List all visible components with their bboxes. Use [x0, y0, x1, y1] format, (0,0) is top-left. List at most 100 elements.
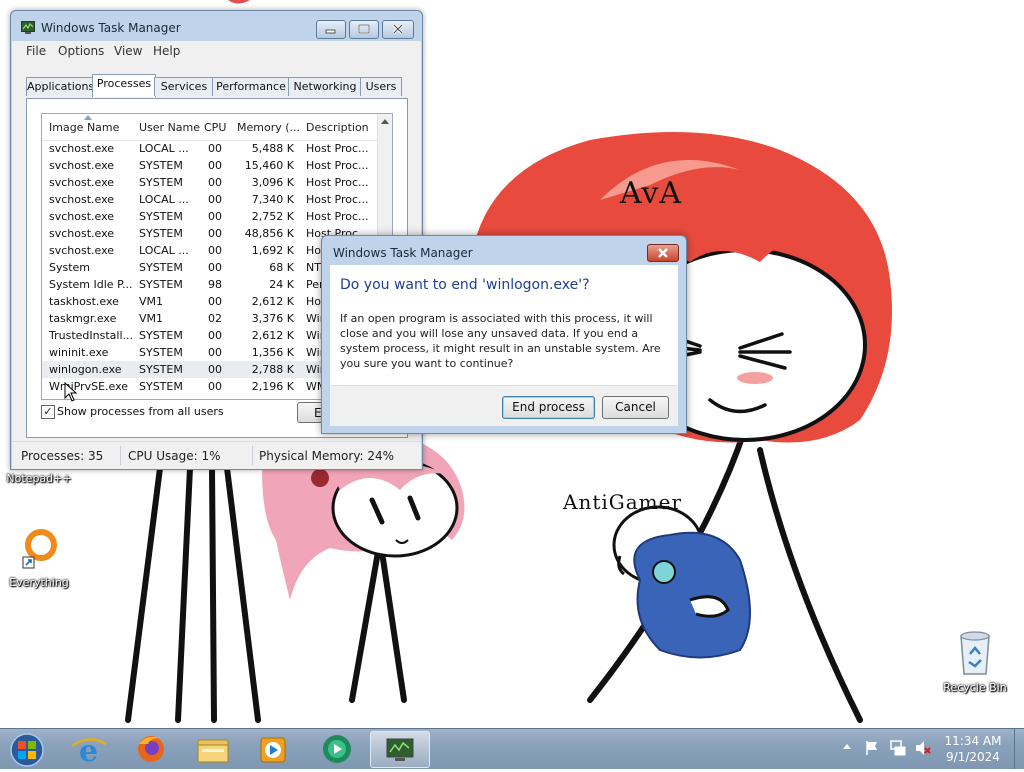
taskbar-media-center[interactable] [308, 732, 362, 766]
desktop-icon-label: Notepad++ [6, 472, 72, 485]
show-desktop-button[interactable] [1014, 729, 1024, 769]
process-user-name: SYSTEM [139, 227, 183, 240]
tab-performance[interactable]: Performance [212, 77, 290, 96]
process-row[interactable]: svchost.exe LOCAL ... 00 5,488 K Host Proc..… [42, 140, 378, 157]
process-memory: 15,460 K [244, 159, 294, 172]
process-memory: 3,376 K [251, 312, 294, 325]
minimize-button[interactable] [316, 20, 346, 39]
maximize-icon [358, 24, 370, 34]
process-user-name: SYSTEM [139, 363, 183, 376]
process-description: Host Proc... [306, 210, 369, 223]
process-image-name: svchost.exe [49, 244, 115, 257]
scroll-up-icon[interactable] [378, 115, 392, 129]
process-memory: 68 K [269, 261, 294, 274]
process-list-header: Image Name User Name CPU Memory (... Des… [42, 114, 392, 141]
column-memory[interactable]: Memory (... [237, 121, 300, 134]
maximize-button[interactable] [349, 20, 379, 39]
process-user-name: SYSTEM [139, 261, 183, 274]
media-player-icon [260, 737, 286, 763]
taskbar-explorer[interactable] [186, 732, 240, 766]
column-description[interactable]: Description [306, 121, 369, 134]
end-process-dialog: Windows Task Manager Do you want to end … [321, 235, 687, 434]
process-user-name: SYSTEM [139, 346, 183, 359]
process-user-name: SYSTEM [139, 329, 183, 342]
window-title: Windows Task Manager [41, 21, 181, 35]
process-description: Host Proc... [306, 142, 369, 155]
dialog-heading: Do you want to end 'winlogon.exe'? [340, 277, 590, 293]
menu-file[interactable]: File [26, 44, 46, 58]
taskbar-firefox[interactable] [124, 732, 178, 766]
network-icon[interactable] [889, 739, 907, 757]
process-row[interactable]: svchost.exe SYSTEM 00 2,752 K Host Proc... [42, 208, 378, 225]
process-image-name: winlogon.exe [49, 363, 122, 376]
show-all-checkbox[interactable]: ✓ [41, 405, 55, 419]
taskbar-ie[interactable]: e [62, 732, 116, 769]
taskbar-task-manager[interactable] [370, 731, 430, 768]
end-process-confirm-button[interactable]: End process [502, 396, 595, 419]
process-cpu: 98 [208, 278, 222, 291]
sort-ascending-icon [84, 115, 92, 120]
everything-icon [22, 529, 57, 569]
column-image-name[interactable]: Image Name [49, 121, 119, 134]
process-image-name: svchost.exe [49, 159, 115, 172]
start-button[interactable] [2, 732, 52, 767]
status-bar: Processes: 35 CPU Usage: 1% Physical Mem… [12, 441, 421, 469]
status-memory: Physical Memory: 24% [259, 449, 395, 463]
dialog-message: If an open program is associated with th… [340, 312, 661, 370]
menu-help[interactable]: Help [153, 44, 180, 58]
process-cpu: 00 [208, 210, 222, 223]
process-memory: 24 K [269, 278, 294, 291]
tab-users[interactable]: Users [360, 77, 402, 96]
process-cpu: 00 [208, 244, 222, 257]
process-cpu: 00 [208, 380, 222, 393]
action-center-flag-icon[interactable] [864, 739, 880, 757]
volume-muted-icon[interactable] [914, 739, 932, 757]
minimize-icon [325, 29, 336, 34]
tab-applications[interactable]: Applications [26, 77, 94, 96]
file-explorer-icon [197, 739, 229, 763]
process-description: NT [306, 261, 321, 274]
status-processes: Processes: 35 [21, 449, 104, 463]
column-user-name[interactable]: User Name [139, 121, 200, 134]
close-icon [658, 248, 668, 258]
process-memory: 1,692 K [251, 244, 294, 257]
menu-bar: File Options View Help [12, 41, 421, 61]
process-user-name: LOCAL ... [139, 193, 189, 206]
taskbar: e 11:34 AM 9/1/2024 [0, 728, 1024, 769]
tab-networking[interactable]: Networking [288, 77, 362, 96]
dialog-title[interactable]: Windows Task Manager [333, 246, 473, 260]
process-cpu: 00 [208, 193, 222, 206]
cancel-button[interactable]: Cancel [602, 396, 669, 419]
menu-options[interactable]: Options [58, 44, 104, 58]
desktop-icon-notepadpp[interactable]: Notepad++ [2, 470, 76, 485]
process-row[interactable]: svchost.exe SYSTEM 00 15,460 K Host Proc... [42, 157, 378, 174]
close-button[interactable] [382, 20, 414, 39]
process-memory: 3,096 K [251, 176, 294, 189]
clock-date: 9/1/2024 [946, 750, 1000, 764]
desktop-icon-recycle-bin[interactable]: Recycle Bin [938, 630, 1012, 694]
tray-expand-icon[interactable] [842, 742, 852, 752]
desktop-icon-everything[interactable]: Everything [2, 527, 76, 589]
process-row[interactable]: svchost.exe SYSTEM 00 3,096 K Host Proc... [42, 174, 378, 191]
process-description: Host Proc... [306, 176, 369, 189]
column-cpu[interactable]: CPU [204, 121, 226, 134]
process-description: Host Proc... [306, 159, 369, 172]
process-image-name: WmiPrvSE.exe [49, 380, 129, 393]
process-cpu: 00 [208, 261, 222, 274]
dialog-close-button[interactable] [647, 244, 679, 262]
menu-view[interactable]: View [114, 44, 142, 58]
taskbar-clock[interactable]: 11:34 AM 9/1/2024 [936, 733, 1010, 765]
process-memory: 5,488 K [251, 142, 294, 155]
process-memory: 2,612 K [251, 295, 294, 308]
taskbar-media-player[interactable] [246, 732, 300, 766]
internet-explorer-icon: e [71, 734, 107, 769]
tab-processes[interactable]: Processes [92, 74, 156, 97]
mouse-cursor-icon [64, 382, 78, 402]
tab-services[interactable]: Services [154, 77, 214, 96]
process-image-name: System Idle P... [49, 278, 133, 291]
process-row[interactable]: svchost.exe LOCAL ... 00 7,340 K Host Proc..… [42, 191, 378, 208]
process-image-name: TrustedInstall... [49, 329, 133, 342]
process-image-name: svchost.exe [49, 142, 115, 155]
process-cpu: 00 [208, 142, 222, 155]
process-image-name: svchost.exe [49, 227, 115, 240]
